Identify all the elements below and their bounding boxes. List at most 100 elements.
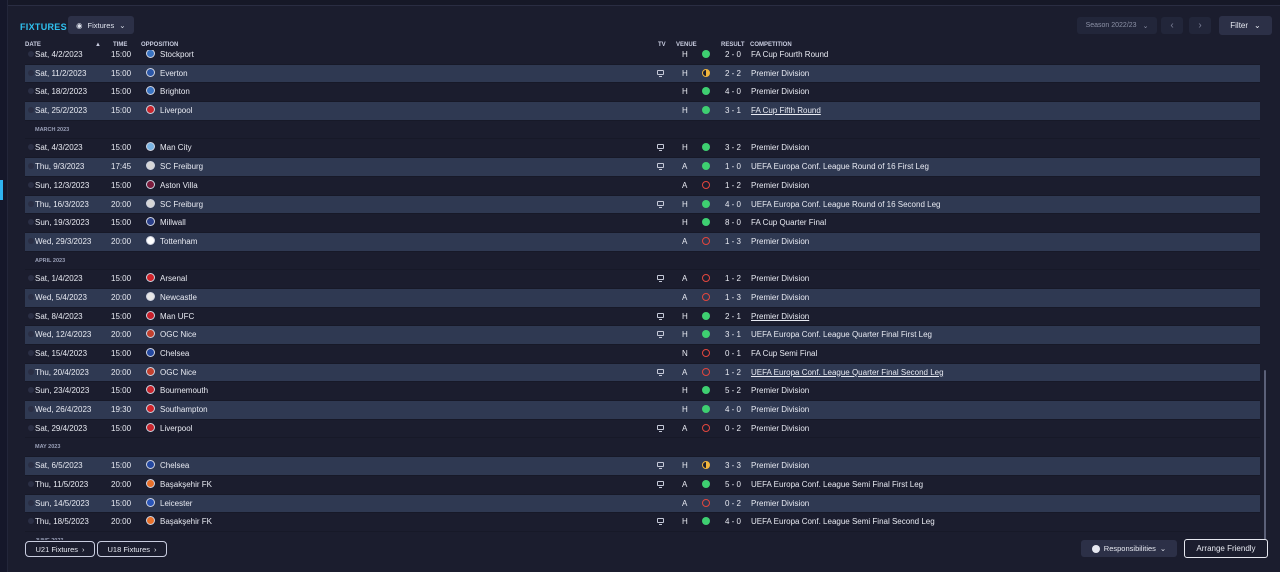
fixture-result[interactable]: 4 - 0 — [725, 200, 741, 209]
col-header-date[interactable]: DATE — [25, 42, 41, 48]
row-select-indicator[interactable] — [28, 518, 34, 525]
row-select-indicator[interactable] — [28, 312, 34, 319]
fixture-row[interactable]: Sat, 8/4/2023 15:00 Man UFC H 2 - 1 Premier D… — [25, 308, 1260, 327]
fixture-result[interactable]: 0 - 1 — [725, 349, 741, 358]
fixture-opponent[interactable]: Man UFC — [160, 312, 194, 321]
fixture-row[interactable]: Sun, 19/3/2023 15:00 Millwall H 8 - 0 FA Cup … — [25, 214, 1260, 233]
row-select-indicator[interactable] — [28, 424, 34, 431]
fixture-result[interactable]: 8 - 0 — [725, 218, 741, 227]
fixture-result[interactable]: 2 - 2 — [725, 69, 741, 78]
fixture-opponent[interactable]: SC Freiburg — [160, 200, 203, 209]
fixture-competition[interactable]: FA Cup Fifth Round — [751, 106, 821, 115]
fixture-opponent[interactable]: Man City — [160, 143, 192, 152]
row-select-indicator[interactable] — [28, 368, 34, 375]
fixture-result[interactable]: 2 - 1 — [725, 312, 741, 321]
fixture-competition[interactable]: UEFA Europa Conf. League Quarter Final S… — [751, 368, 944, 377]
fixture-row[interactable]: Wed, 5/4/2023 20:00 Newcastle A 1 - 3 Premier… — [25, 288, 1260, 308]
fixture-row[interactable]: Sun, 23/4/2023 15:00 Bournemouth H 5 - 2 Prem… — [25, 382, 1260, 402]
fixture-opponent[interactable]: Başakşehir FK — [160, 480, 212, 489]
col-header-result[interactable]: RESULT — [721, 42, 745, 48]
previous-season-button[interactable]: ‹ — [1161, 17, 1183, 34]
fixture-row[interactable]: Wed, 26/4/2023 19:30 Southampton H 4 - 0 Prem… — [25, 401, 1260, 420]
col-header-tv[interactable]: TV — [658, 42, 666, 48]
row-select-indicator[interactable] — [28, 499, 34, 506]
fixture-result[interactable]: 3 - 2 — [725, 143, 741, 152]
fixture-opponent[interactable]: OGC Nice — [160, 368, 196, 377]
fixture-opponent[interactable]: Everton — [160, 69, 188, 78]
arrange-friendly-button[interactable]: Arrange Friendly — [1184, 539, 1268, 558]
fixture-row[interactable]: Wed, 12/4/2023 20:00 OGC Nice H 3 - 1 UEFA Eu… — [25, 326, 1260, 345]
fixture-result[interactable]: 5 - 2 — [725, 386, 741, 395]
row-select-indicator[interactable] — [28, 200, 34, 207]
fixture-opponent[interactable]: Chelsea — [160, 349, 189, 358]
fixture-row[interactable]: Sat, 18/2/2023 15:00 Brighton H 4 - 0 Premier… — [25, 83, 1260, 103]
fixture-row[interactable]: Thu, 16/3/2023 20:00 SC Freiburg H 4 - 0 UEFA… — [25, 195, 1260, 215]
fixture-result[interactable]: 2 - 0 — [725, 50, 741, 59]
view-dropdown-button[interactable]: ◉ Fixtures ⌄ — [68, 16, 134, 34]
fixture-result[interactable]: 1 - 2 — [725, 181, 741, 190]
fixture-opponent[interactable]: Aston Villa — [160, 181, 198, 190]
row-select-indicator[interactable] — [28, 293, 34, 300]
col-header-opposition[interactable]: OPPOSITION — [141, 42, 178, 48]
filter-button[interactable]: Filter ⌄ — [1219, 16, 1272, 35]
fixture-row[interactable]: Thu, 20/4/2023 20:00 OGC Nice A 1 - 2 UEFA Eu… — [25, 363, 1260, 383]
fixture-row[interactable]: Sat, 11/2/2023 15:00 Everton H 2 - 2 Premier … — [25, 64, 1260, 84]
fixture-result[interactable]: 3 - 1 — [725, 106, 741, 115]
row-select-indicator[interactable] — [28, 219, 34, 226]
row-select-indicator[interactable] — [28, 275, 34, 282]
fixture-opponent[interactable]: Southampton — [160, 405, 208, 414]
fixture-result[interactable]: 4 - 0 — [725, 405, 741, 414]
fixture-opponent[interactable]: Liverpool — [160, 424, 192, 433]
row-select-indicator[interactable] — [28, 350, 34, 356]
fixture-opponent[interactable]: Başakşehir FK — [160, 517, 212, 526]
fixture-row[interactable]: Sat, 29/4/2023 15:00 Liverpool A 0 - 2 Premie… — [25, 420, 1260, 439]
row-select-indicator[interactable] — [28, 387, 34, 394]
fixture-opponent[interactable]: Tottenham — [160, 237, 197, 246]
fixture-row[interactable]: Sat, 1/4/2023 15:00 Arsenal A 1 - 2 Premier D… — [25, 270, 1260, 289]
responsibilities-button[interactable]: Responsibilities ⌄ — [1081, 540, 1177, 557]
row-select-indicator[interactable] — [28, 331, 34, 338]
col-header-time[interactable]: TIME — [113, 42, 127, 48]
row-select-indicator[interactable] — [28, 181, 34, 188]
u18-fixtures-button[interactable]: U18 Fixtures › — [97, 541, 167, 557]
col-header-competition[interactable]: COMPETITION — [750, 42, 792, 48]
row-select-indicator[interactable] — [28, 237, 34, 244]
fixture-row[interactable]: Thu, 9/3/2023 17:45 SC Freiburg A 1 - 0 UEFA … — [25, 158, 1260, 177]
fixture-result[interactable]: 4 - 0 — [725, 87, 741, 96]
fixture-opponent[interactable]: OGC Nice — [160, 330, 196, 339]
fixture-opponent[interactable]: Newcastle — [160, 293, 197, 302]
row-select-indicator[interactable] — [28, 51, 34, 57]
row-select-indicator[interactable] — [28, 88, 34, 95]
fixture-opponent[interactable]: Chelsea — [160, 461, 189, 470]
col-header-venue[interactable]: VENUE — [676, 42, 697, 48]
fixture-result[interactable]: 0 - 2 — [725, 499, 741, 508]
fixture-row[interactable]: Thu, 18/5/2023 20:00 Başakşehir FK H 4 - 0 UE… — [25, 513, 1260, 532]
fixture-result[interactable]: 3 - 3 — [725, 461, 741, 470]
season-selector[interactable]: Season 2022/23 ⌄ — [1077, 17, 1157, 34]
fixture-competition[interactable]: Premier Division — [751, 312, 809, 321]
fixture-row[interactable]: Thu, 11/5/2023 20:00 Başakşehir FK A 5 - 0 UE… — [25, 476, 1260, 495]
row-select-indicator[interactable] — [28, 462, 34, 469]
fixture-opponent[interactable]: Bournemouth — [160, 386, 208, 395]
fixture-opponent[interactable]: Brighton — [160, 87, 190, 96]
fixture-row[interactable]: Wed, 29/3/2023 20:00 Tottenham A 1 - 3 Premie… — [25, 232, 1260, 252]
fixture-row[interactable]: Sun, 14/5/2023 15:00 Leicester A 0 - 2 Premie… — [25, 494, 1260, 514]
fixture-row[interactable]: Sun, 12/3/2023 15:00 Aston Villa A 1 - 2 Prem… — [25, 177, 1260, 196]
fixture-row[interactable]: Sat, 25/2/2023 15:00 Liverpool H 3 - 1 FA Cup… — [25, 102, 1260, 121]
fixture-opponent[interactable]: Millwall — [160, 218, 186, 227]
fixture-opponent[interactable]: SC Freiburg — [160, 162, 203, 171]
u21-fixtures-button[interactable]: U21 Fixtures › — [25, 541, 95, 557]
fixture-result[interactable]: 1 - 3 — [725, 293, 741, 302]
row-select-indicator[interactable] — [28, 480, 34, 487]
fixture-result[interactable]: 1 - 0 — [725, 162, 741, 171]
row-select-indicator[interactable] — [28, 107, 34, 114]
fixture-row[interactable]: Sat, 4/3/2023 15:00 Man City H 3 - 2 Premier … — [25, 139, 1260, 159]
fixture-result[interactable]: 5 - 0 — [725, 480, 741, 489]
fixture-result[interactable]: 1 - 3 — [725, 237, 741, 246]
fixture-opponent[interactable]: Leicester — [160, 499, 192, 508]
fixture-row[interactable]: Sat, 6/5/2023 15:00 Chelsea H 3 - 3 Premier D… — [25, 457, 1260, 476]
fixture-opponent[interactable]: Stockport — [160, 50, 194, 59]
row-select-indicator[interactable] — [28, 163, 34, 170]
next-season-button[interactable]: › — [1189, 17, 1211, 34]
fixture-row[interactable]: Sat, 4/2/2023 15:00 Stockport H 2 - 0 FA Cup … — [25, 50, 1260, 65]
